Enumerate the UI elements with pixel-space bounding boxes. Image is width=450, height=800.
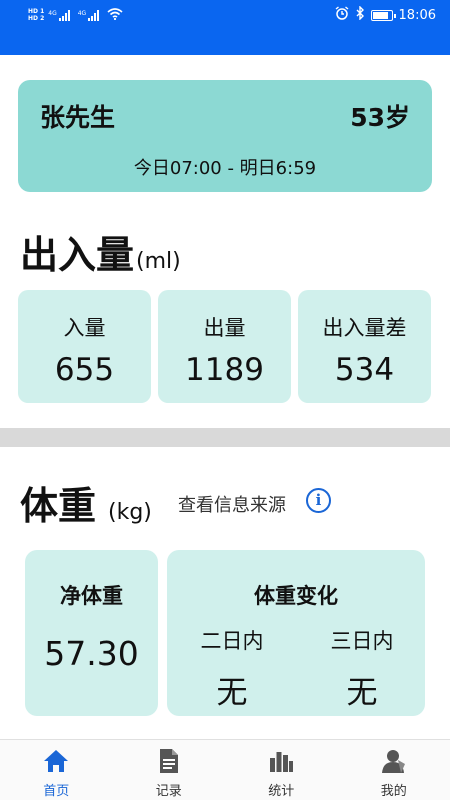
user-icon	[381, 748, 407, 774]
nav-records-label: 记录	[155, 784, 182, 799]
nav-home[interactable]: 首页	[0, 740, 113, 800]
output-value: 1189	[185, 352, 264, 388]
output-label: 出量	[203, 316, 246, 340]
signal-1-type: 4G	[48, 9, 57, 17]
two-day-label: 二日内	[200, 629, 264, 653]
patient-card: 张先生 53岁 今日07:00 - 明日6:59	[18, 80, 432, 192]
bar-chart-icon	[268, 748, 294, 774]
battery-icon	[370, 9, 396, 21]
nav-stats-label: 统计	[268, 784, 295, 799]
weight-title: 体重	[20, 484, 97, 528]
nav-profile-label: 我的	[380, 784, 407, 799]
nav-profile[interactable]: 我的	[338, 740, 450, 800]
patient-name: 张先生	[40, 103, 116, 132]
sim2-label: HD 2	[28, 15, 45, 22]
balance-card[interactable]: 出入量差 534	[298, 290, 431, 403]
signal-1-icon: 4G	[48, 9, 70, 21]
two-day-change: 二日内 无	[167, 625, 297, 712]
weight-unit: (kg)	[108, 500, 152, 525]
intake-value: 655	[54, 352, 115, 388]
section-divider	[0, 428, 450, 447]
patient-age: 53岁	[350, 103, 410, 132]
three-day-label: 三日内	[330, 629, 394, 653]
io-section-title: 出入量 (ml)	[20, 224, 181, 279]
bottom-nav: 首页 记录 统计 我的	[0, 739, 450, 800]
three-day-value: 无	[346, 675, 378, 711]
alarm-icon	[335, 6, 349, 24]
signal-2-type: 4G	[77, 9, 87, 17]
clock-time: 18:06	[398, 7, 436, 23]
status-bar: HD 1 HD 2 4G 4G 18:06	[0, 0, 450, 30]
nav-stats[interactable]: 统计	[225, 740, 338, 800]
status-right: 18:06	[335, 5, 436, 24]
output-card[interactable]: 出量 1189	[158, 290, 291, 403]
wifi-icon	[107, 7, 123, 23]
view-source-link[interactable]: 查看信息来源	[178, 491, 286, 517]
bluetooth-icon	[355, 5, 365, 24]
nav-home-label: 首页	[43, 784, 70, 799]
weight-change-card: 体重变化 二日内 无 三日内 无	[167, 550, 425, 716]
intake-card[interactable]: 入量 655	[18, 290, 151, 403]
net-weight-label: 净体重	[60, 584, 123, 608]
weight-section-title: 体重 (kg)	[20, 475, 152, 530]
signal-2-icon: 4G	[77, 9, 100, 21]
two-day-value: 无	[216, 675, 248, 711]
document-icon	[156, 748, 182, 774]
home-icon	[43, 748, 69, 774]
time-period: 今日07:00 - 明日6:59	[133, 158, 317, 179]
net-weight-value: 57.30	[44, 634, 139, 673]
nav-records[interactable]: 记录	[113, 740, 226, 800]
app-header	[0, 30, 450, 55]
weight-change-title: 体重变化	[254, 584, 338, 608]
sim1-label: HD 1	[28, 8, 45, 15]
three-day-change: 三日内 无	[297, 625, 427, 712]
io-title: 出入量	[20, 233, 135, 277]
sim-indicator: HD 1 HD 2	[28, 8, 44, 22]
intake-label: 入量	[63, 316, 106, 340]
net-weight-card: 净体重 57.30	[25, 550, 158, 716]
info-icon[interactable]: i	[306, 488, 331, 513]
io-unit: (ml)	[136, 249, 181, 274]
status-left: HD 1 HD 2 4G 4G	[28, 7, 123, 23]
balance-label: 出入量差	[322, 316, 407, 340]
balance-value: 534	[334, 352, 395, 388]
